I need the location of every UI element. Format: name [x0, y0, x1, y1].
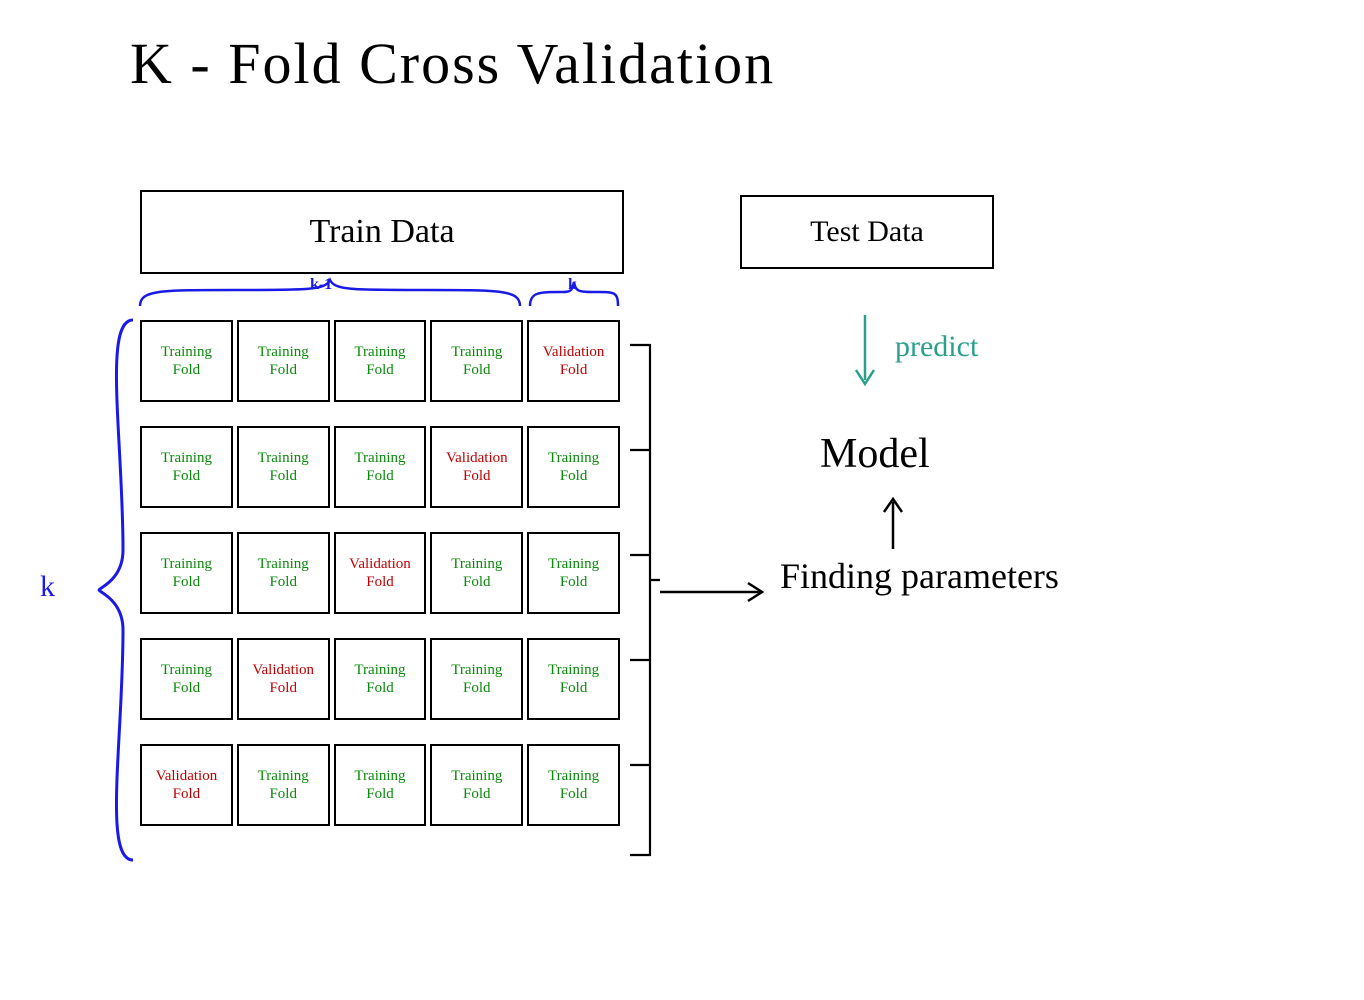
fold-cell-line1: Training: [161, 661, 212, 679]
training-fold-cell: TrainingFold: [237, 320, 330, 402]
fold-cell-line2: Fold: [269, 785, 297, 803]
fold-cell-line2: Fold: [173, 361, 201, 379]
brace-label-k-top: k: [568, 276, 577, 294]
fold-cell-line1: Validation: [349, 555, 411, 573]
fold-row: TrainingFoldTrainingFoldValidationFoldTr…: [140, 532, 620, 614]
fold-cell-line2: Fold: [463, 361, 491, 379]
training-fold-cell: TrainingFold: [527, 638, 620, 720]
training-fold-cell: TrainingFold: [140, 320, 233, 402]
training-fold-cell: TrainingFold: [237, 532, 330, 614]
arrow-to-finding-icon: [660, 580, 770, 604]
fold-cell-line2: Fold: [269, 467, 297, 485]
fold-cell-line1: Training: [548, 555, 599, 573]
fold-cell-line1: Training: [451, 661, 502, 679]
brace-label-k-left: k: [40, 570, 55, 604]
fold-cell-line1: Training: [354, 343, 405, 361]
fold-cell-line1: Training: [451, 767, 502, 785]
fold-cell-line1: Training: [258, 449, 309, 467]
fold-cell-line2: Fold: [366, 573, 394, 591]
fold-cell-line1: Training: [258, 555, 309, 573]
fold-cell-line2: Fold: [366, 785, 394, 803]
diagram-canvas: K - Fold Cross Validation Train Data Tes…: [0, 0, 1364, 1000]
diagram-title: K - Fold Cross Validation: [130, 30, 775, 97]
fold-cell-line1: Validation: [156, 767, 218, 785]
fold-cell-line2: Fold: [463, 785, 491, 803]
top-brace-group: [140, 278, 620, 308]
fold-cell-line2: Fold: [463, 679, 491, 697]
predict-arrow-icon: [850, 310, 880, 390]
fold-cell-line1: Training: [354, 449, 405, 467]
fold-cell-line1: Training: [451, 555, 502, 573]
fold-cell-line1: Training: [161, 449, 212, 467]
training-fold-cell: TrainingFold: [140, 638, 233, 720]
fold-cell-line2: Fold: [560, 573, 588, 591]
fold-cell-line1: Training: [354, 767, 405, 785]
validation-fold-cell: ValidationFold: [140, 744, 233, 826]
fold-cell-line1: Training: [548, 661, 599, 679]
fold-cell-line2: Fold: [560, 785, 588, 803]
training-fold-cell: TrainingFold: [334, 426, 427, 508]
validation-fold-cell: ValidationFold: [334, 532, 427, 614]
fold-cell-line1: Validation: [252, 661, 314, 679]
fold-row: TrainingFoldValidationFoldTrainingFoldTr…: [140, 638, 620, 720]
fold-row: TrainingFoldTrainingFoldTrainingFoldTrai…: [140, 320, 620, 402]
test-data-box: Test Data: [740, 195, 994, 269]
fold-cell-line2: Fold: [366, 361, 394, 379]
fold-cell-line2: Fold: [366, 467, 394, 485]
training-fold-cell: TrainingFold: [140, 426, 233, 508]
training-fold-cell: TrainingFold: [430, 744, 523, 826]
fold-cell-line2: Fold: [463, 467, 491, 485]
fold-cell-line1: Validation: [446, 449, 508, 467]
fold-cell-line2: Fold: [173, 679, 201, 697]
fold-cell-line1: Training: [258, 343, 309, 361]
validation-fold-cell: ValidationFold: [527, 320, 620, 402]
fold-row: TrainingFoldTrainingFoldTrainingFoldVali…: [140, 426, 620, 508]
train-data-box: Train Data: [140, 190, 624, 274]
fold-cell-line2: Fold: [173, 467, 201, 485]
fold-cell-line1: Training: [548, 767, 599, 785]
test-data-label: Test Data: [810, 215, 924, 249]
train-data-label: Train Data: [309, 213, 454, 251]
fold-cell-line1: Validation: [543, 343, 605, 361]
validation-fold-cell: ValidationFold: [430, 426, 523, 508]
training-fold-cell: TrainingFold: [334, 638, 427, 720]
left-brace: [95, 320, 135, 860]
fold-cell-line1: Training: [161, 343, 212, 361]
model-label: Model: [820, 430, 930, 478]
fold-cell-line2: Fold: [560, 361, 588, 379]
training-fold-cell: TrainingFold: [430, 638, 523, 720]
validation-fold-cell: ValidationFold: [237, 638, 330, 720]
fold-cell-line2: Fold: [269, 573, 297, 591]
fold-cell-line2: Fold: [560, 679, 588, 697]
training-fold-cell: TrainingFold: [334, 320, 427, 402]
folds-grid: TrainingFoldTrainingFoldTrainingFoldTrai…: [140, 320, 620, 850]
training-fold-cell: TrainingFold: [430, 320, 523, 402]
training-fold-cell: TrainingFold: [334, 744, 427, 826]
fold-cell-line2: Fold: [463, 573, 491, 591]
fold-cell-line1: Training: [548, 449, 599, 467]
fold-row: ValidationFoldTrainingFoldTrainingFoldTr…: [140, 744, 620, 826]
training-fold-cell: TrainingFold: [527, 426, 620, 508]
finding-parameters-label: Finding parameters: [780, 555, 1059, 597]
fold-cell-line2: Fold: [269, 679, 297, 697]
fold-cell-line1: Training: [258, 767, 309, 785]
fold-cell-line2: Fold: [173, 785, 201, 803]
fold-cell-line2: Fold: [366, 679, 394, 697]
training-fold-cell: TrainingFold: [237, 426, 330, 508]
training-fold-cell: TrainingFold: [527, 744, 620, 826]
brace-label-k-minus-1: k-1: [310, 276, 332, 294]
training-fold-cell: TrainingFold: [430, 532, 523, 614]
training-fold-cell: TrainingFold: [140, 532, 233, 614]
fold-cell-line1: Training: [161, 555, 212, 573]
predict-label: predict: [895, 330, 978, 364]
training-fold-cell: TrainingFold: [237, 744, 330, 826]
fold-cell-line2: Fold: [269, 361, 297, 379]
fold-cell-line1: Training: [354, 661, 405, 679]
fold-cell-line1: Training: [451, 343, 502, 361]
training-fold-cell: TrainingFold: [527, 532, 620, 614]
fold-cell-line2: Fold: [173, 573, 201, 591]
fold-cell-line2: Fold: [560, 467, 588, 485]
up-arrow-icon: [878, 494, 908, 549]
